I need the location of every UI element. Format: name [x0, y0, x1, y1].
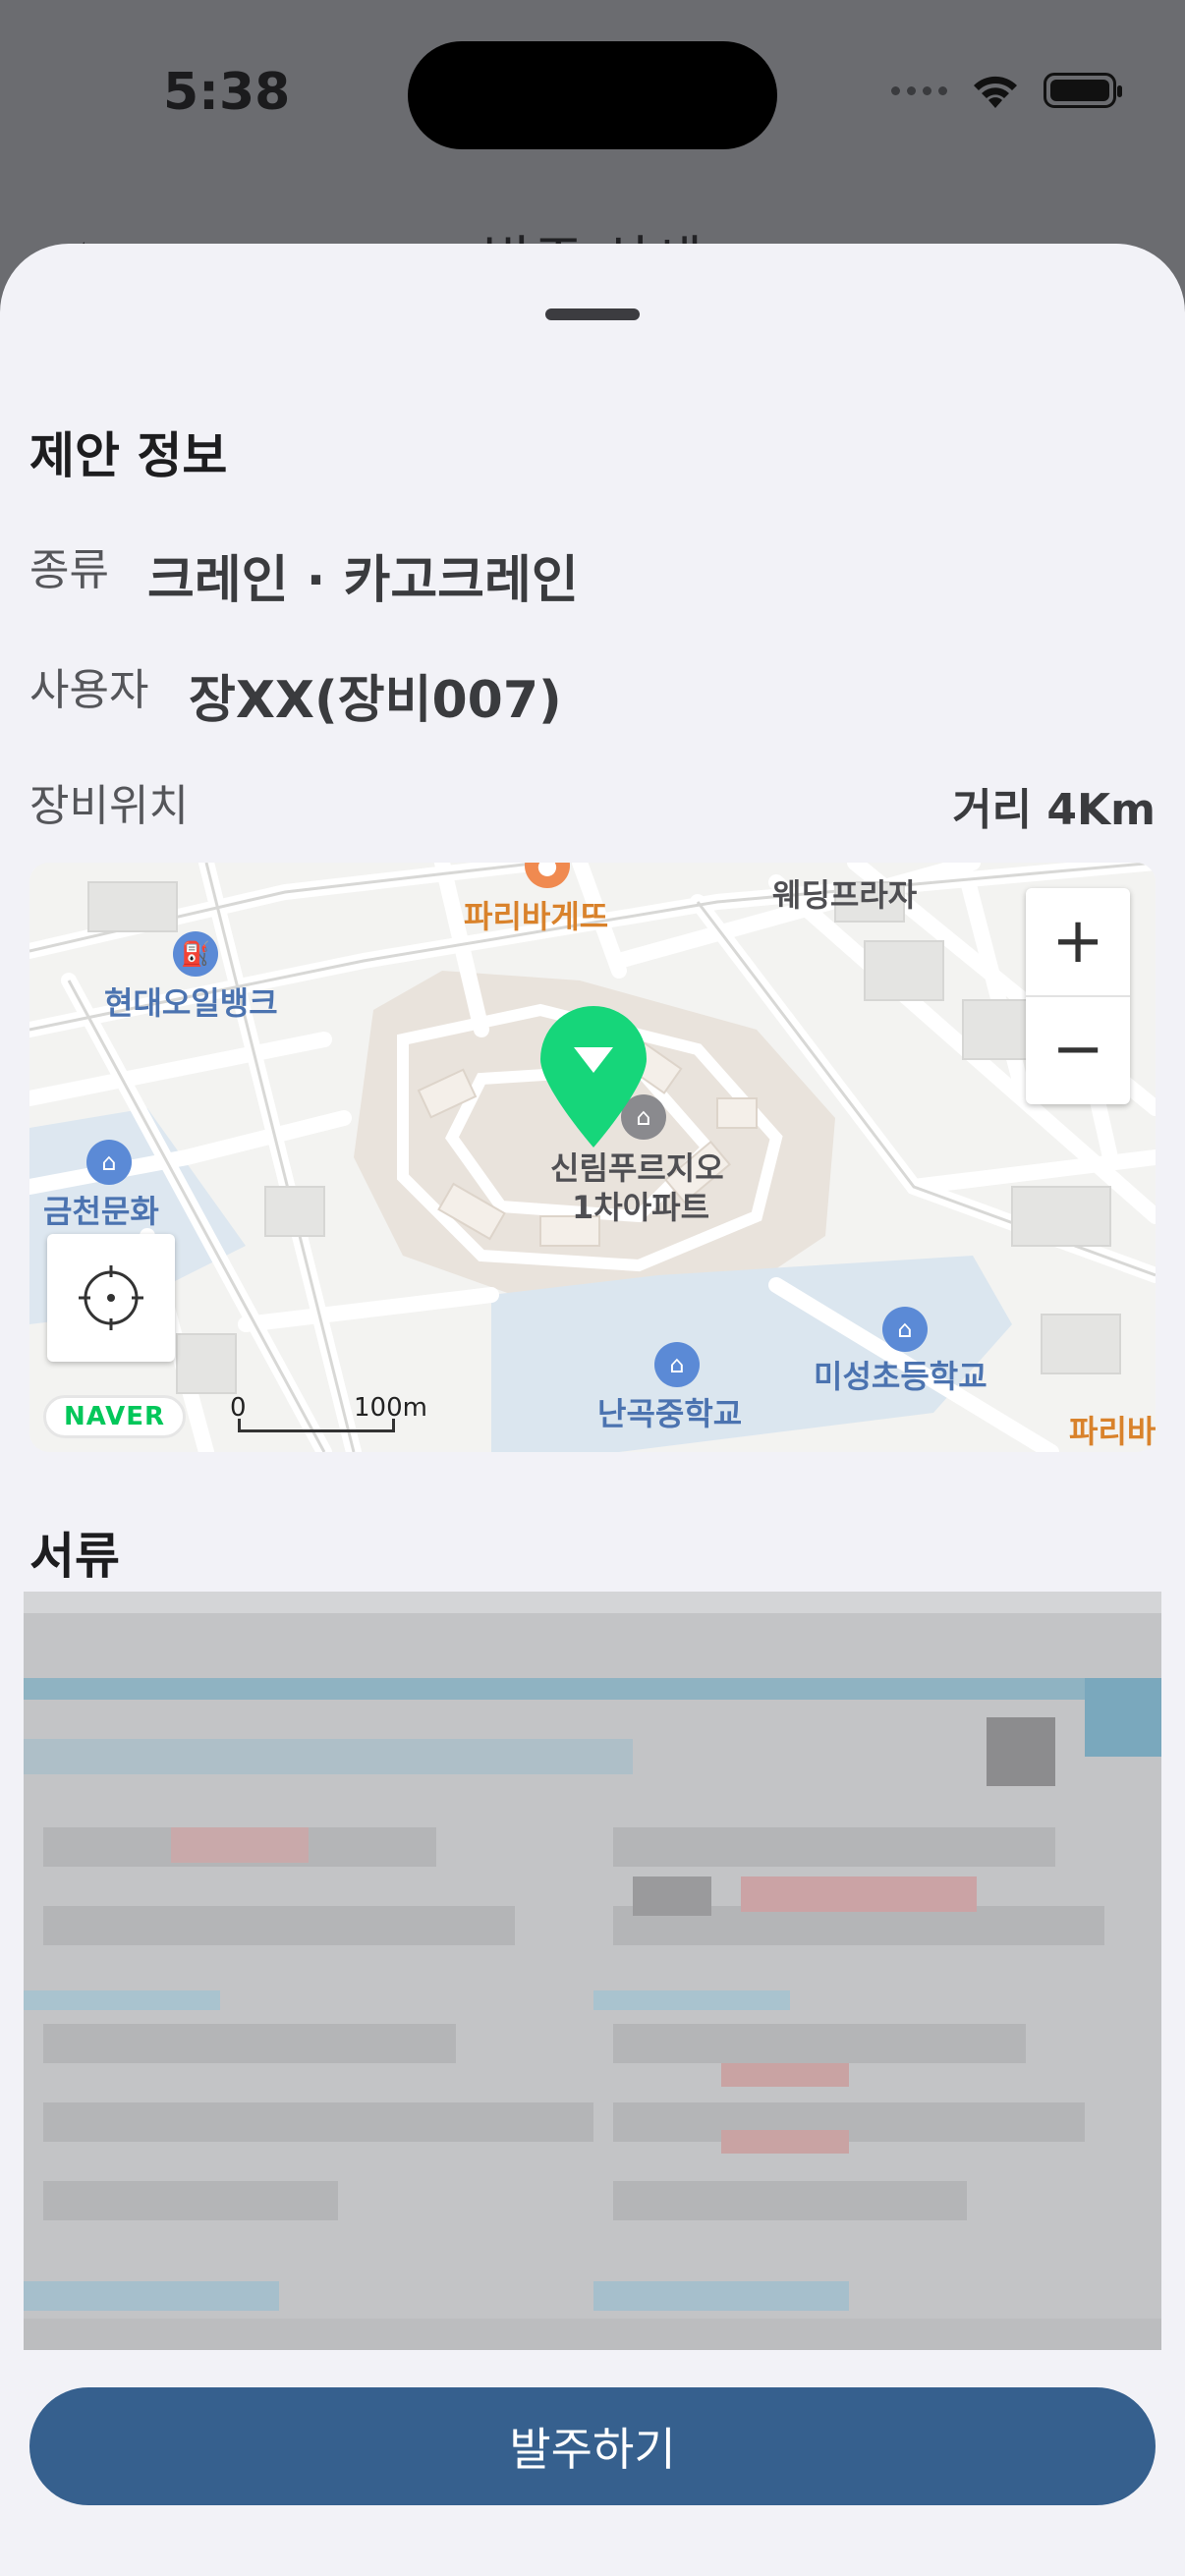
- documents-section-title: 서류: [29, 1528, 120, 1585]
- wifi-icon: [974, 76, 1017, 108]
- current-location-button[interactable]: [47, 1234, 175, 1362]
- zoom-out-button[interactable]: −: [1026, 996, 1130, 1102]
- battery-icon: [1044, 73, 1122, 108]
- zoom-in-button[interactable]: +: [1026, 888, 1130, 994]
- order-button[interactable]: 발주하기: [29, 2387, 1156, 2505]
- location-pin-icon[interactable]: [535, 1004, 652, 1151]
- equipment-location-map[interactable]: ● 파리바게뜨 웨딩프라자 ⛽ 현대오일뱅크 ⌂ 금천문화 ⌂ 신림푸르지오 1…: [29, 863, 1156, 1452]
- dynamic-island: [408, 41, 777, 149]
- sheet-grabber[interactable]: [545, 308, 640, 320]
- type-value: 크레인 · 카고크레인: [147, 551, 579, 610]
- crosshair-icon: [79, 1265, 143, 1330]
- map-label-parisbaguette-right[interactable]: 파리바: [1069, 1407, 1156, 1452]
- school-poi-icon[interactable]: ⌂: [86, 1140, 132, 1185]
- middle-school-poi-icon[interactable]: ⌂: [654, 1342, 700, 1387]
- document-thumbnail[interactable]: [24, 1592, 1161, 2350]
- zoom-controls: + −: [1026, 888, 1130, 1104]
- user-value: 장XX(장비007): [189, 671, 562, 730]
- user-label: 사용자: [29, 665, 149, 715]
- proposal-section-title: 제안 정보: [29, 427, 228, 484]
- map-label-hyundai-oilbank[interactable]: 현대오일뱅크: [104, 979, 278, 1024]
- status-bar: 5:38: [0, 0, 1185, 196]
- type-label: 종류: [29, 545, 109, 595]
- map-label-wedding-plaza[interactable]: 웨딩프라자: [772, 870, 917, 916]
- distance-value: 거리 4Km: [952, 785, 1156, 835]
- location-label: 장비위치: [29, 781, 189, 831]
- map-label-apartment-line2[interactable]: 1차아파트: [572, 1183, 709, 1228]
- map-label-geumcheon[interactable]: 금천문화: [43, 1187, 159, 1232]
- blurred-document-image: [24, 1592, 1161, 2350]
- map-label-nangok-school[interactable]: 난곡중학교: [597, 1389, 742, 1434]
- cellular-signal-icon: [891, 85, 947, 95]
- map-scale-bar: [238, 1419, 395, 1432]
- map-label-misung-school[interactable]: 미성초등학교: [814, 1352, 988, 1397]
- gas-station-poi-icon[interactable]: ⛽: [173, 931, 218, 977]
- naver-logo[interactable]: NAVER: [43, 1395, 187, 1438]
- status-time: 5:38: [163, 63, 291, 122]
- map-label-parisbaguette[interactable]: 파리바게뜨: [464, 892, 608, 937]
- status-icons: [891, 71, 1122, 110]
- elementary-school-poi-icon[interactable]: ⌂: [882, 1307, 928, 1352]
